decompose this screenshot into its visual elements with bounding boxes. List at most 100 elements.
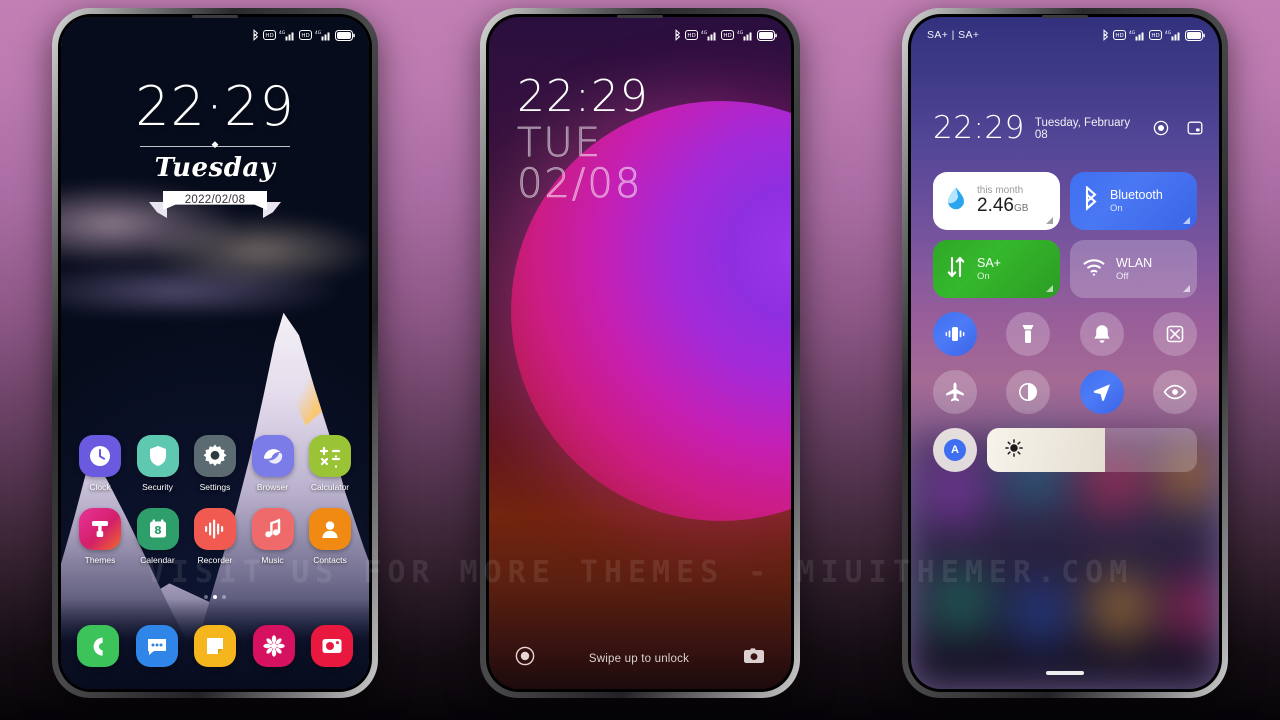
app-browser[interactable]: Browser <box>248 435 298 492</box>
svg-text:HD: HD <box>687 33 695 39</box>
phone1-screen: HD 4G HD 4G 22·29 Tuesday 2022/02/08 <box>61 17 369 689</box>
hd-icon: HD <box>721 30 734 40</box>
app-label: Security <box>142 482 173 492</box>
svg-text:4G: 4G <box>315 30 322 36</box>
toggle-flashlight[interactable] <box>1006 312 1051 356</box>
message-icon[interactable] <box>135 625 178 667</box>
tile-subtitle: Off <box>1116 271 1129 282</box>
clock-weekday: TUE <box>517 120 602 166</box>
record-dot-icon[interactable] <box>515 646 535 671</box>
wifi-icon <box>1082 257 1106 282</box>
status-icons: HD 4G HD 4G <box>252 29 355 41</box>
phone2-bezel: HD 4G HD 4G 22:29 TUE 02/08 Swipe up to … <box>486 14 794 692</box>
quick-settings-panel: this month 2.46GB Bluetooth On SA+ On WL… <box>933 172 1197 472</box>
clock-icon <box>79 435 121 477</box>
notes-icon[interactable] <box>194 625 236 667</box>
contacts-icon <box>309 508 351 550</box>
camera-icon[interactable] <box>743 647 765 670</box>
tile-expand-corner[interactable] <box>1183 285 1190 292</box>
data-value: 2.46 <box>977 195 1014 216</box>
date-ribbon: 2022/02/08 <box>149 191 281 218</box>
app-label: Calendar <box>140 555 175 565</box>
4g-signal-icon: 4G <box>315 29 332 41</box>
tile-subtitle: On <box>1110 203 1123 214</box>
app-row-1: Clock Security Settings Browser Calculat… <box>75 435 355 492</box>
4g-signal-icon: 4G <box>1129 29 1146 41</box>
drag-handle[interactable] <box>1046 671 1084 675</box>
phone3-bezel: SA+ | SA+ HD 4G HD 4G 22:29 Tuesday, Feb… <box>908 14 1222 692</box>
tile-expand-corner[interactable] <box>1046 285 1053 292</box>
data-arrows-icon <box>945 255 967 284</box>
shield-icon <box>136 435 179 477</box>
toggle-eye-protection[interactable] <box>1152 370 1197 414</box>
clock-divider <box>140 146 290 147</box>
tile-expand-corner[interactable] <box>1046 217 1053 224</box>
gear-icon <box>194 435 236 477</box>
app-calendar[interactable]: 8 Calendar <box>133 508 183 565</box>
auto-brightness-badge: A <box>944 439 966 461</box>
brightness-row: A <box>933 428 1197 472</box>
themes-icon <box>79 508 121 550</box>
app-calculator[interactable]: Calculator <box>305 435 355 492</box>
hd-icon: HD <box>685 30 698 40</box>
status-left-text: SA+ | SA+ <box>927 29 980 41</box>
calendar-icon: 8 <box>136 508 179 550</box>
4g-signal-icon: 4G <box>737 29 754 41</box>
svg-text:HD: HD <box>723 33 731 39</box>
status-icons: HD 4G HD 4G <box>674 29 777 41</box>
edit-panel-icon[interactable] <box>1187 120 1203 144</box>
tile-data-usage[interactable]: this month 2.46GB <box>933 172 1060 230</box>
tile-wlan[interactable]: WLAN Off <box>1070 240 1197 298</box>
toggle-screenshot[interactable] <box>1152 312 1197 356</box>
tile-title: WLAN <box>1116 256 1153 270</box>
tile-bluetooth[interactable]: Bluetooth On <box>1070 172 1197 230</box>
brightness-slider[interactable] <box>987 428 1197 472</box>
app-recorder[interactable]: Recorder <box>190 508 240 565</box>
app-grid: Clock Security Settings Browser Calculat… <box>61 435 369 599</box>
gallery-icon[interactable] <box>252 625 295 667</box>
dock <box>61 625 369 667</box>
hd-icon: HD <box>299 30 312 40</box>
battery-icon <box>335 29 355 41</box>
toggles-row-1 <box>933 312 1197 356</box>
svg-text:4G: 4G <box>1165 30 1172 36</box>
app-settings[interactable]: Settings <box>190 435 240 492</box>
data-unit: GB <box>1013 203 1029 214</box>
camera-icon[interactable] <box>311 625 353 667</box>
svg-text:HD: HD <box>265 33 273 39</box>
toggle-airplane-mode[interactable] <box>933 370 977 414</box>
app-label: Settings <box>199 482 231 492</box>
svg-text:4G: 4G <box>701 30 708 36</box>
toggle-auto-brightness[interactable]: A <box>933 428 977 472</box>
app-themes[interactable]: Themes <box>75 508 125 565</box>
phone1-bezel: HD 4G HD 4G 22·29 Tuesday 2022/02/08 <box>58 14 372 692</box>
tile-title: SA+ <box>977 256 1001 270</box>
toggle-dark-mode[interactable] <box>1006 370 1051 414</box>
hd-icon: HD <box>1113 30 1126 40</box>
phone2-status-bar: HD 4G HD 4G <box>489 17 791 47</box>
page-indicator[interactable] <box>75 595 355 599</box>
svg-text:8: 8 <box>154 524 162 537</box>
toggle-vibrate[interactable] <box>933 312 977 356</box>
tile-text: this month 2.46GB <box>977 185 1028 217</box>
bluetooth-icon <box>674 29 682 41</box>
app-contacts[interactable]: Contacts <box>305 508 355 565</box>
svg-text:HD: HD <box>1115 33 1123 39</box>
app-clock[interactable]: Clock <box>75 435 125 492</box>
tile-expand-corner[interactable] <box>1183 217 1190 224</box>
app-music[interactable]: Music <box>248 508 298 565</box>
browser-icon <box>251 435 294 477</box>
svg-text:4G: 4G <box>737 30 744 36</box>
header-time: 22:29 <box>933 110 1025 146</box>
bluetooth-icon <box>1102 29 1110 41</box>
tile-value: 2.46GB <box>977 195 1028 217</box>
svg-text:HD: HD <box>301 33 309 39</box>
phone-icon[interactable] <box>77 625 119 667</box>
tile-mobile-data[interactable]: SA+ On <box>933 240 1060 298</box>
app-security[interactable]: Security <box>133 435 183 492</box>
settings-target-icon[interactable] <box>1153 120 1169 144</box>
toggle-ring[interactable] <box>1079 312 1124 356</box>
toggle-location[interactable] <box>1079 370 1124 414</box>
4g-signal-icon: 4G <box>1165 29 1182 41</box>
tile-subtitle: On <box>977 271 990 282</box>
